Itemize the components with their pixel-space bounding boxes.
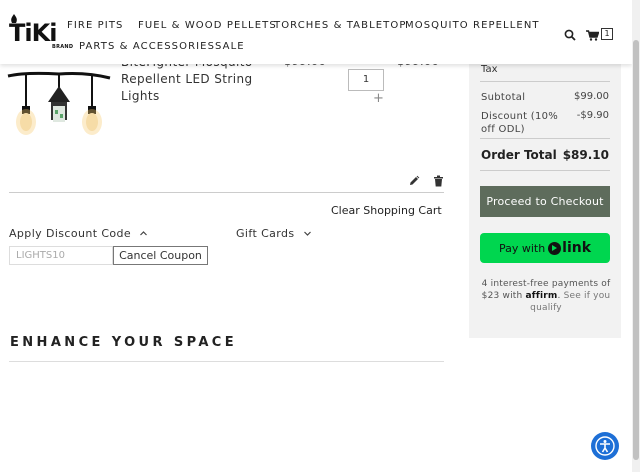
- gift-cards-label: Gift Cards: [236, 227, 295, 240]
- trash-icon[interactable]: [433, 172, 444, 187]
- summary-divider: [480, 81, 610, 82]
- enhance-heading: ENHANCE YOUR SPACE: [10, 335, 238, 350]
- nav-sale[interactable]: SALE: [215, 41, 245, 52]
- subtotal-value: $99.00: [574, 91, 609, 102]
- nav-fuel-wood-pellets[interactable]: FUEL & WOOD PELLETS: [138, 20, 277, 31]
- chevron-up-icon: [140, 231, 148, 236]
- pay-with-label: Pay with: [498, 241, 546, 255]
- order-total-value: $89.10: [562, 148, 609, 162]
- link-brand-text: link: [562, 240, 592, 256]
- pencil-icon[interactable]: [408, 172, 420, 185]
- scrollbar-thumb[interactable]: [633, 40, 639, 460]
- quantity-input[interactable]: 1: [348, 69, 384, 91]
- discount-label: Discount (10% off ODL): [481, 111, 559, 135]
- proceed-to-checkout-button[interactable]: Proceed to Checkout: [480, 186, 610, 217]
- subtotal-label: Subtotal: [481, 92, 526, 103]
- enhance-divider: [9, 361, 444, 362]
- chevron-down-icon: [303, 231, 311, 236]
- affirm-logo: affirm: [525, 291, 558, 301]
- cancel-coupon-button[interactable]: Cancel Coupon: [113, 246, 208, 265]
- cart-divider: [9, 192, 444, 193]
- accessibility-icon: [595, 436, 615, 456]
- logo-brand-text: BRAND: [52, 44, 74, 50]
- site-header: TiKi BRAND FIRE PITS FUEL & WOOD PELLETS…: [0, 0, 632, 64]
- accessibility-button[interactable]: [591, 432, 619, 460]
- discount-toggle-label: Apply Discount Code: [9, 227, 132, 240]
- summary-divider: [480, 170, 610, 171]
- scrollbar[interactable]: [632, 0, 640, 472]
- tiki-logo[interactable]: TiKi: [9, 19, 57, 47]
- search-icon[interactable]: [564, 29, 576, 41]
- nav-parts-accessories[interactable]: PARTS & ACCESSORIES: [79, 41, 215, 52]
- pay-with-link-button[interactable]: Pay with link: [480, 233, 610, 263]
- link-logo: link: [548, 240, 591, 256]
- discount-value: -$9.90: [576, 110, 609, 121]
- cart-count-badge[interactable]: 1: [601, 28, 613, 40]
- clear-cart-button[interactable]: Clear Shopping Cart: [331, 204, 442, 217]
- gift-cards-toggle[interactable]: Gift Cards: [236, 227, 312, 240]
- nav-fire-pits[interactable]: FIRE PITS: [67, 20, 123, 31]
- summary-divider: [480, 138, 610, 139]
- order-total-label: Order Total: [481, 148, 557, 162]
- nav-mosquito-repellent[interactable]: MOSQUITO REPELLENT: [405, 20, 540, 31]
- discount-code-input[interactable]: [9, 246, 113, 265]
- product-image[interactable]: [6, 66, 112, 140]
- nav-torches-tabletop[interactable]: TORCHES & TABLETOP: [274, 20, 407, 31]
- affirm-message: 4 interest-free payments of $23 with aff…: [481, 279, 611, 313]
- cart-icon[interactable]: [586, 30, 599, 41]
- tax-label: Tax: [481, 64, 498, 75]
- qty-increase-button[interactable]: +: [373, 91, 384, 106]
- order-summary: Tax Subtotal $99.00 Discount (10% off OD…: [469, 40, 621, 338]
- link-arrow-icon: [548, 241, 562, 255]
- discount-toggle[interactable]: Apply Discount Code: [9, 227, 148, 240]
